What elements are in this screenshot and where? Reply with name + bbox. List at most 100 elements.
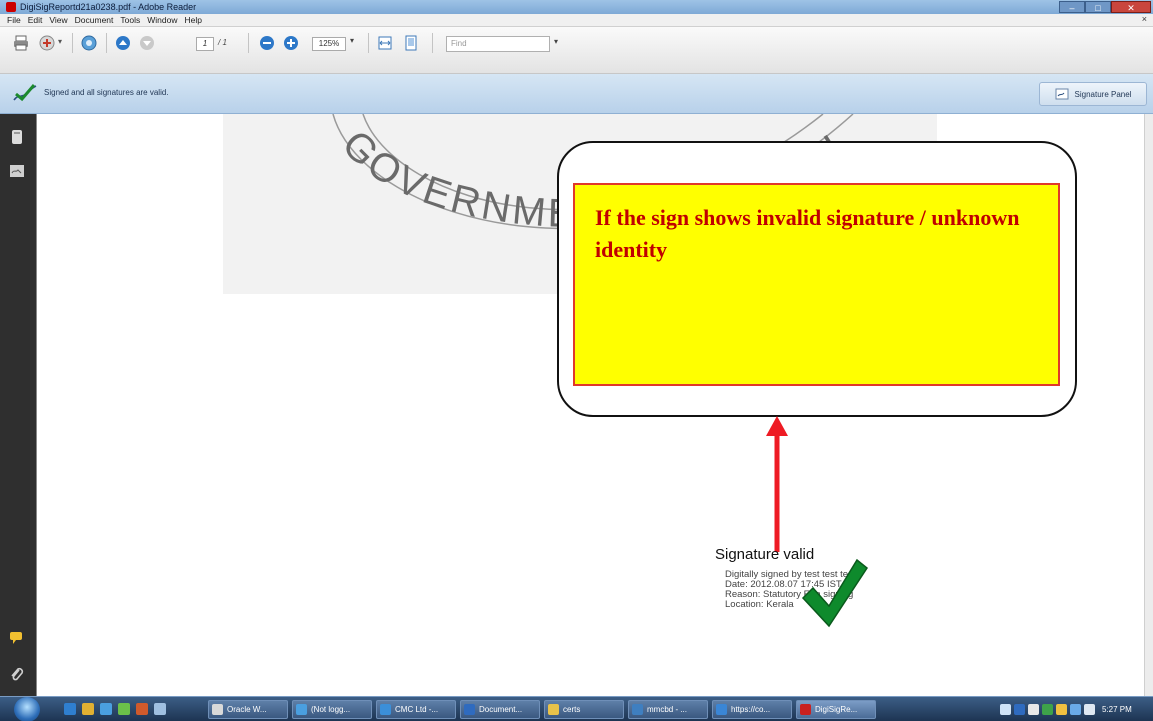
menu-window[interactable]: Window	[147, 15, 177, 25]
comments-icon[interactable]	[8, 628, 26, 646]
zoom-out-button[interactable]	[258, 34, 276, 52]
start-button[interactable]	[14, 697, 40, 721]
zoom-in-icon	[284, 36, 298, 50]
find-dropdown[interactable]: ▾	[554, 37, 558, 46]
collaborate-button[interactable]	[80, 34, 98, 52]
maximize-button[interactable]: □	[1085, 1, 1111, 13]
menu-bar: File Edit View Document Tools Window Hel…	[0, 14, 1153, 27]
taskbar-item[interactable]: Document...	[460, 700, 540, 719]
navigation-pane	[0, 114, 36, 696]
show-desktop-icon[interactable]	[64, 703, 76, 715]
tray-icon[interactable]	[1042, 704, 1053, 715]
taskbar: Oracle W... (Not logg... CMC Ltd -... Do…	[0, 696, 1153, 721]
signatures-nav-icon[interactable]	[8, 162, 26, 180]
valid-checkmark-icon	[801, 558, 869, 628]
browser-icon[interactable]	[100, 703, 112, 715]
task-icon	[380, 704, 391, 715]
vertical-scrollbar[interactable]	[1144, 114, 1153, 696]
toolbar-separator	[72, 33, 73, 53]
task-icon	[212, 704, 223, 715]
document-view[interactable]: GOVERNMENT OF KERALA If the sign shows i…	[36, 114, 1144, 696]
zoom-level-input[interactable]: 125%	[312, 37, 346, 51]
callout-text: If the sign shows invalid signature / un…	[595, 205, 1020, 262]
media-icon[interactable]	[136, 703, 148, 715]
title-bar: DigiSigReportd21a0238.pdf - Adobe Reader…	[0, 0, 1153, 14]
page-number-input[interactable]: 1	[196, 37, 214, 51]
zoom-dropdown[interactable]: ▾	[350, 36, 354, 45]
tray-icon[interactable]	[1056, 704, 1067, 715]
signature-pen-icon	[13, 84, 37, 102]
callout-box: If the sign shows invalid signature / un…	[573, 183, 1060, 386]
pages-icon[interactable]	[8, 128, 26, 146]
tray-expand-icon[interactable]	[1000, 704, 1011, 715]
taskbar-item[interactable]: certs	[544, 700, 624, 719]
previous-page-button[interactable]	[114, 34, 132, 52]
task-label: (Not logg...	[311, 705, 351, 714]
quicklaunch-icon[interactable]	[118, 703, 130, 715]
task-label: certs	[563, 705, 581, 714]
toolbar-separator	[432, 33, 433, 53]
task-icon	[296, 704, 307, 715]
printer-icon	[14, 35, 28, 51]
window-title: DigiSigReportd21a0238.pdf - Adobe Reader	[20, 2, 197, 12]
create-pdf-dropdown[interactable]: ▾	[58, 37, 62, 46]
task-label: CMC Ltd -...	[395, 705, 439, 714]
task-label: Oracle W...	[227, 705, 267, 714]
system-tray: 5:27 PM	[1000, 700, 1153, 719]
task-icon	[716, 704, 727, 715]
explorer-icon[interactable]	[82, 703, 94, 715]
taskbar-item[interactable]: (Not logg...	[292, 700, 372, 719]
pointer-arrow	[766, 416, 788, 552]
zoom-out-icon	[260, 36, 274, 50]
document-close-button[interactable]: ×	[1142, 14, 1147, 24]
menu-help[interactable]: Help	[184, 15, 201, 25]
menu-view[interactable]: View	[49, 15, 67, 25]
task-icon	[800, 704, 811, 715]
network-icon[interactable]	[1070, 704, 1081, 715]
adobe-reader-icon	[6, 2, 16, 12]
menu-tools[interactable]: Tools	[120, 15, 140, 25]
fit-width-icon	[378, 36, 392, 50]
taskbar-item[interactable]: mmcbd - ...	[628, 700, 708, 719]
taskbar-item[interactable]: https://co...	[712, 700, 792, 719]
toolbar-separator	[248, 33, 249, 53]
menu-file[interactable]: File	[7, 15, 21, 25]
fit-page-button[interactable]	[402, 34, 420, 52]
taskbar-item[interactable]: CMC Ltd -...	[376, 700, 456, 719]
minimize-button[interactable]: –	[1059, 1, 1085, 13]
digital-signature-widget[interactable]: Signature valid Digitally signed by test…	[715, 546, 935, 636]
taskbar-item-active[interactable]: DigiSigRe...	[796, 700, 876, 719]
zoom-in-button[interactable]	[282, 34, 300, 52]
signature-status-text: Signed and all signatures are valid.	[44, 88, 169, 97]
signature-status-bar: Signed and all signatures are valid. Sig…	[0, 74, 1153, 114]
taskbar-item[interactable]: Oracle W...	[208, 700, 288, 719]
create-pdf-button[interactable]	[38, 34, 56, 52]
menu-edit[interactable]: Edit	[28, 15, 43, 25]
clock[interactable]: 5:27 PM	[1102, 705, 1132, 714]
fit-width-button[interactable]	[376, 34, 394, 52]
task-icon	[464, 704, 475, 715]
collaborate-icon	[81, 35, 97, 51]
task-label: mmcbd - ...	[647, 705, 688, 714]
volume-icon[interactable]	[1084, 704, 1095, 715]
menu-document[interactable]: Document	[75, 15, 114, 25]
attachments-icon[interactable]	[8, 666, 26, 684]
signature-panel-button[interactable]: Signature Panel	[1039, 82, 1147, 106]
tray-icon[interactable]	[1014, 704, 1025, 715]
toolbar-separator	[368, 33, 369, 53]
toolbar: ▾ 1 / 1 125% ▾ Find ▾	[0, 27, 1153, 74]
task-icon	[632, 704, 643, 715]
create-pdf-icon	[39, 35, 55, 51]
quicklaunch-overflow-icon[interactable]	[154, 703, 166, 715]
find-input[interactable]: Find	[446, 36, 550, 52]
arrow-down-icon	[140, 36, 154, 50]
fit-page-icon	[405, 35, 417, 51]
task-label: DigiSigRe...	[815, 705, 858, 714]
print-button[interactable]	[12, 34, 30, 52]
task-label: Document...	[479, 705, 523, 714]
tray-icon[interactable]	[1028, 704, 1039, 715]
task-icon	[548, 704, 559, 715]
next-page-button[interactable]	[138, 34, 156, 52]
toolbar-separator	[106, 33, 107, 53]
close-button[interactable]: ✕	[1111, 1, 1151, 13]
